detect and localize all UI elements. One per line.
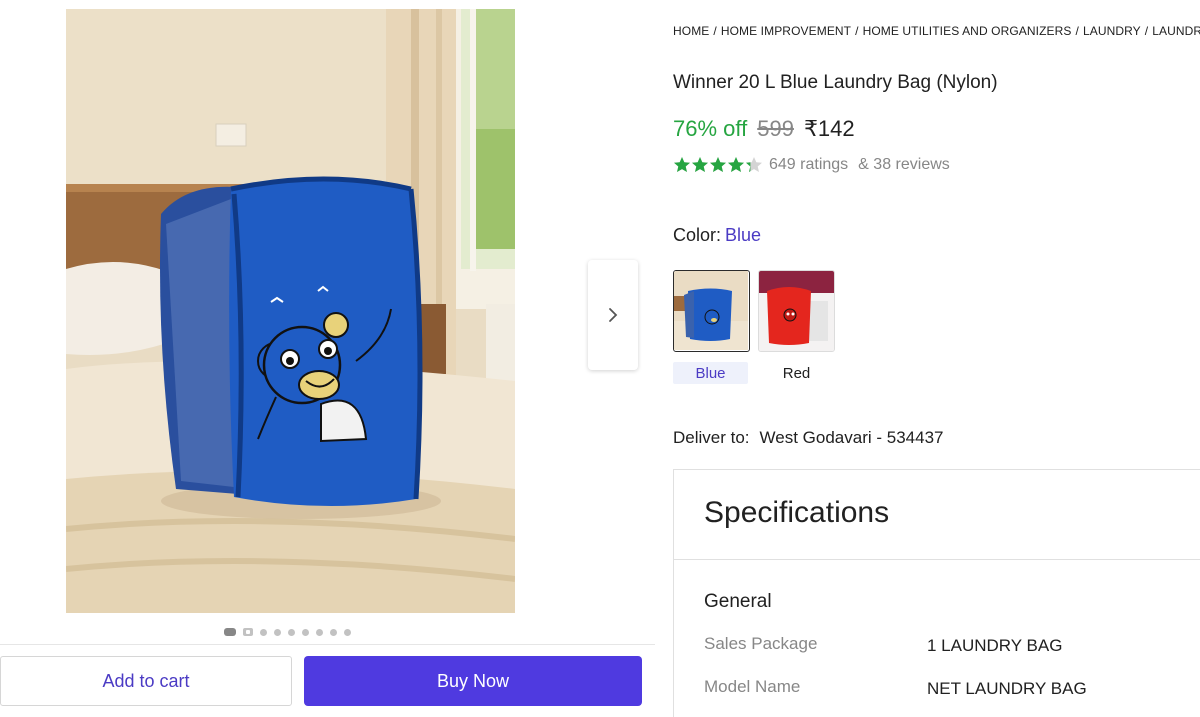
star-rating xyxy=(673,156,763,174)
selling-price: ₹142 xyxy=(803,116,855,141)
delivery-location[interactable]: Deliver to: West Godavari - 534437 xyxy=(673,428,944,448)
breadcrumb-item-laundry[interactable]: LAUNDRY xyxy=(1083,24,1141,38)
specifications-title: Specifications xyxy=(704,496,890,529)
star-icon xyxy=(746,157,762,172)
carousel-dot[interactable] xyxy=(260,628,267,636)
red-bag-thumbnail xyxy=(759,271,834,351)
product-image[interactable] xyxy=(66,9,515,613)
color-swatch-red[interactable] xyxy=(758,270,835,352)
star-icon xyxy=(674,157,690,172)
breadcrumb: HOME / HOME IMPROVEMENT / HOME UTILITIES AND… xyxy=(673,24,1200,38)
carousel-dot[interactable] xyxy=(288,628,295,636)
chevron-right-icon xyxy=(609,308,618,322)
rating-row[interactable]: 649 ratings & 38 reviews xyxy=(673,156,950,174)
blue-bag-thumbnail xyxy=(674,271,748,350)
breadcrumb-separator: / xyxy=(855,24,859,38)
selected-color: Blue xyxy=(725,225,762,245)
spec-value-sales-package: 1 LAUNDRY BAG xyxy=(927,636,1063,655)
laundry-bag-photo xyxy=(66,9,515,613)
add-to-cart-button[interactable]: Add to cart xyxy=(0,656,292,706)
carousel-dot-video[interactable] xyxy=(243,628,253,636)
spec-key-sales-package: Sales Package xyxy=(704,634,818,653)
spec-group-title: General xyxy=(704,591,772,612)
color-label: Color: xyxy=(673,225,722,245)
original-price: 599 xyxy=(757,116,794,141)
image-carousel-dots xyxy=(224,628,351,636)
reviews-count[interactable]: & 38 reviews xyxy=(858,156,950,174)
price-row: 76% off 599 ₹142 xyxy=(673,116,855,142)
carousel-dot-active[interactable] xyxy=(224,628,236,636)
carousel-dot[interactable] xyxy=(302,628,309,636)
color-selector-label: Color: Blue xyxy=(673,225,761,246)
breadcrumb-separator: / xyxy=(1144,24,1149,38)
breadcrumb-item-home-utilities[interactable]: HOME UTILITIES AND ORGANIZERS xyxy=(863,24,1072,38)
breadcrumb-separator: / xyxy=(1075,24,1079,38)
star-icon xyxy=(728,157,744,172)
breadcrumb-separator: / xyxy=(713,24,717,38)
carousel-dot[interactable] xyxy=(316,628,323,636)
divider xyxy=(674,559,1200,560)
color-swatch-blue[interactable] xyxy=(673,270,750,352)
breadcrumb-item-home[interactable]: HOME xyxy=(673,24,709,38)
deliver-to-label: Deliver to: xyxy=(673,428,750,447)
breadcrumb-item-home-improvement[interactable]: HOME IMPROVEMENT xyxy=(721,24,851,38)
breadcrumb-item-laundry-sub[interactable]: LAUNDRY xyxy=(1152,24,1200,38)
star-icon xyxy=(710,157,726,172)
carousel-dot[interactable] xyxy=(344,628,351,636)
specifications-card: Specifications General Sales Package 1 L… xyxy=(673,469,1200,717)
star-icon xyxy=(692,157,708,172)
carousel-dot[interactable] xyxy=(330,628,337,636)
ratings-count[interactable]: 649 ratings xyxy=(769,156,848,174)
deliver-to-value[interactable]: West Godavari - 534437 xyxy=(760,428,944,448)
discount-percent: 76% off xyxy=(673,116,748,141)
color-option-red-label[interactable]: Red xyxy=(758,362,835,384)
buy-now-button[interactable]: Buy Now xyxy=(304,656,642,706)
color-option-blue-label[interactable]: Blue xyxy=(673,362,748,384)
spec-key-model-name: Model Name xyxy=(704,677,801,696)
spec-value-model-name: NET LAUNDRY BAG xyxy=(927,679,1087,698)
product-title: Winner 20 L Blue Laundry Bag (Nylon) xyxy=(673,72,998,93)
next-image-button[interactable] xyxy=(588,260,638,370)
carousel-dot[interactable] xyxy=(274,628,281,636)
